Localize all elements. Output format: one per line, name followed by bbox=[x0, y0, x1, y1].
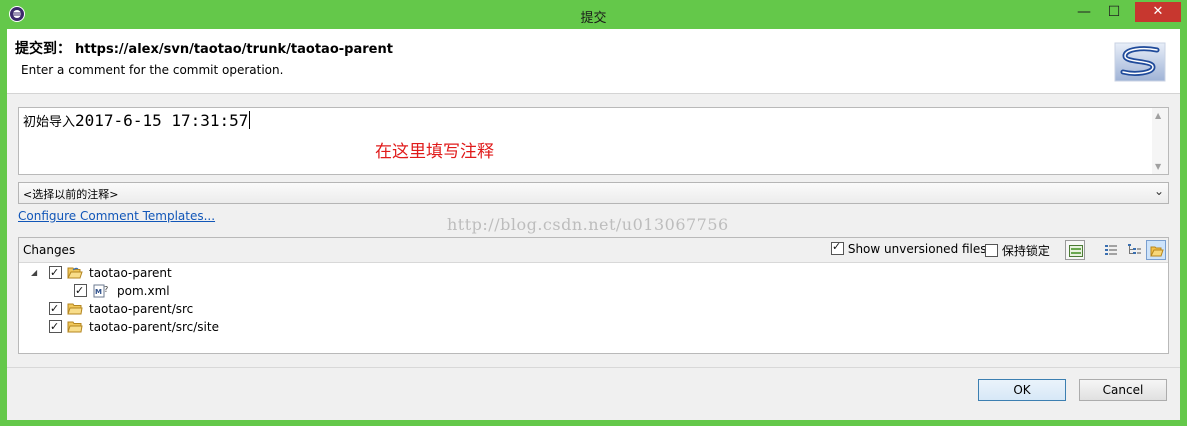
title-bar: 提交 — ☐ ✕ bbox=[0, 0, 1187, 29]
commit-dialog: 提交到： https://alex/svn/taotao/trunk/taotao… bbox=[7, 29, 1180, 420]
show-unversioned-option[interactable]: Show unversioned files bbox=[831, 240, 987, 256]
folder-icon bbox=[67, 303, 83, 315]
tree-item-taotao-parent-src[interactable]: taotao-parent/src bbox=[49, 300, 193, 318]
item-label: taotao-parent bbox=[89, 266, 172, 280]
comment-textarea[interactable]: 初始导入2017-6-15 17:31:57 在这里填写注释 ▲ ▼ bbox=[18, 107, 1169, 175]
comment-prefix: 初始导入 bbox=[23, 115, 76, 130]
repository-url: https://alex/svn/taotao/trunk/taotao-par… bbox=[75, 42, 393, 57]
comment-timestamp: 2017-6-15 17:31:57 bbox=[75, 111, 249, 130]
subversion-logo-icon bbox=[1114, 42, 1166, 82]
svg-text:?: ? bbox=[104, 285, 108, 294]
item-label: taotao-parent/src/site bbox=[89, 320, 219, 334]
changes-toolbar: Changes Show unversioned files 保持锁定 bbox=[19, 238, 1168, 263]
tree-item-taotao-parent-src-site[interactable]: taotao-parent/src/site bbox=[49, 318, 219, 336]
watermark: http://blog.csdn.net/u013067756 bbox=[447, 215, 729, 234]
item-checkbox[interactable] bbox=[74, 282, 87, 300]
xml-file-icon: M? bbox=[93, 284, 108, 298]
scroll-down-icon[interactable]: ▼ bbox=[1155, 162, 1161, 171]
folder-view-icon bbox=[1150, 246, 1164, 257]
previous-comments-select[interactable]: <选择以前的注释> ⌄ bbox=[18, 182, 1169, 204]
dialog-header: 提交到： https://alex/svn/taotao/trunk/taotao… bbox=[7, 29, 1180, 94]
svg-text:M: M bbox=[95, 288, 102, 296]
configure-comment-templates-link[interactable]: Configure Comment Templates... bbox=[18, 209, 215, 223]
folder-icon bbox=[67, 321, 83, 333]
tree-item-pom-xml[interactable]: M? pom.xml bbox=[74, 282, 170, 300]
comment-text: 初始导入2017-6-15 17:31:57 bbox=[23, 111, 251, 130]
item-checkbox[interactable] bbox=[49, 318, 62, 336]
scroll-up-icon[interactable]: ▲ bbox=[1155, 111, 1161, 120]
minimize-button[interactable]: — bbox=[1070, 2, 1098, 22]
flat-list-button[interactable] bbox=[1101, 240, 1121, 260]
close-button[interactable]: ✕ bbox=[1135, 2, 1181, 22]
commit-target: 提交到： https://alex/svn/taotao/trunk/taotao… bbox=[15, 38, 393, 58]
cancel-button[interactable]: Cancel bbox=[1079, 379, 1167, 401]
list-icon bbox=[1105, 245, 1117, 255]
comment-scrollbar[interactable]: ▲ ▼ bbox=[1152, 108, 1168, 174]
changes-label: Changes bbox=[23, 243, 76, 257]
commit-to-label: 提交到： bbox=[15, 41, 71, 57]
item-checkbox[interactable] bbox=[49, 300, 62, 318]
previous-comments-value: <选择以前的注释> bbox=[23, 188, 119, 201]
keep-locks-option[interactable]: 保持锁定 bbox=[985, 242, 1050, 259]
show-unversioned-checkbox[interactable] bbox=[831, 240, 844, 255]
maximize-button[interactable]: ☐ bbox=[1100, 2, 1128, 22]
item-checkbox[interactable] bbox=[49, 264, 62, 282]
window-title: 提交 bbox=[580, 11, 607, 26]
expand-arrow-icon[interactable]: ◢ bbox=[31, 264, 37, 282]
show-unversioned-label: Show unversioned files bbox=[847, 242, 987, 256]
compressed-folders-button[interactable] bbox=[1146, 240, 1166, 260]
compare-view-button[interactable] bbox=[1065, 240, 1085, 260]
compare-icon bbox=[1069, 245, 1083, 257]
folder-open-icon bbox=[67, 267, 83, 279]
chevron-down-icon: ⌄ bbox=[1153, 184, 1164, 198]
tree-view-button[interactable] bbox=[1124, 240, 1144, 260]
comment-annotation: 在这里填写注释 bbox=[375, 142, 494, 162]
ok-button[interactable]: OK bbox=[978, 379, 1066, 401]
tree-item-taotao-parent[interactable]: ◢ taotao-parent bbox=[31, 264, 172, 282]
dialog-footer: OK Cancel bbox=[7, 367, 1180, 420]
keep-locks-checkbox[interactable] bbox=[985, 244, 998, 257]
text-caret bbox=[249, 111, 251, 129]
header-description: Enter a comment for the commit operation… bbox=[21, 63, 284, 77]
keep-locks-label: 保持锁定 bbox=[1001, 244, 1050, 258]
item-label: pom.xml bbox=[117, 284, 170, 298]
item-label: taotao-parent/src bbox=[89, 302, 194, 316]
tree-icon bbox=[1128, 244, 1141, 254]
changes-panel: Changes Show unversioned files 保持锁定 bbox=[18, 237, 1169, 354]
